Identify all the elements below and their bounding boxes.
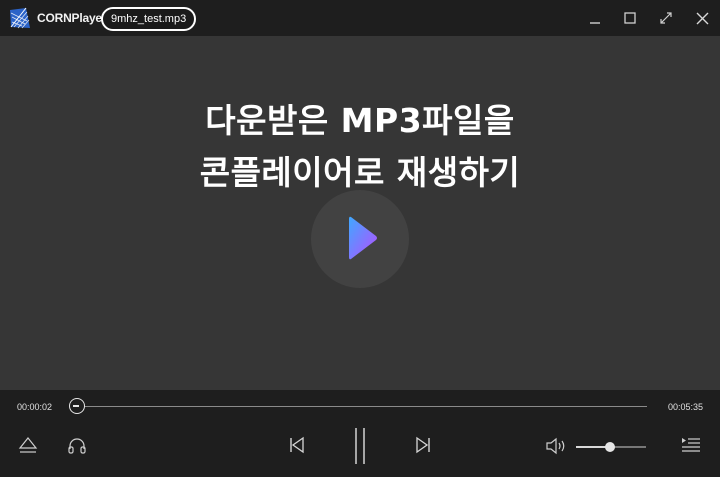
seek-thumb[interactable] — [69, 398, 85, 414]
close-icon — [696, 12, 708, 24]
close-button[interactable] — [689, 6, 715, 30]
playlist-button[interactable] — [680, 434, 702, 456]
mute-button[interactable] — [545, 436, 567, 456]
cornplayer-logo — [10, 7, 30, 29]
current-time: 00:00:02 — [17, 402, 53, 412]
pause-icon — [355, 428, 365, 464]
volume-icon — [546, 437, 565, 455]
previous-button[interactable] — [286, 434, 308, 456]
app-name: CORNPlayer — [37, 11, 107, 25]
overlay-caption-line1: 다운받은 MP3파일을 — [205, 101, 515, 140]
fullscreen-icon — [660, 12, 672, 24]
volume-thumb[interactable] — [605, 442, 615, 452]
minimize-button[interactable] — [582, 6, 608, 30]
seek-bar[interactable] — [77, 406, 647, 407]
eject-icon — [18, 437, 38, 453]
control-bar: 00:00:02 00:05:35 — [0, 390, 720, 477]
title-bar: CORNPlayer 9mhz_test.mp3 — [0, 0, 720, 36]
center-play-button[interactable] — [311, 190, 409, 288]
minimize-icon — [590, 22, 600, 24]
overlay-caption-line2: 콘플레이어로 재생하기 — [199, 153, 521, 192]
headphones-icon — [68, 438, 86, 454]
eject-button[interactable] — [17, 434, 39, 456]
next-button[interactable] — [412, 434, 434, 456]
play-icon — [349, 216, 377, 260]
maximize-button[interactable] — [617, 6, 643, 30]
file-name-label: 9mhz_test.mp3 — [101, 7, 197, 31]
previous-icon — [290, 436, 304, 454]
next-icon — [416, 436, 430, 454]
pause-button[interactable] — [350, 426, 370, 466]
audio-button[interactable] — [66, 434, 88, 456]
maximize-icon — [624, 12, 636, 24]
playlist-icon — [682, 438, 700, 452]
fullscreen-button[interactable] — [653, 6, 679, 30]
video-area[interactable]: 다운받은 MP3파일을 콘플레이어로 재생하기 — [0, 36, 720, 390]
total-time: 00:05:35 — [667, 402, 703, 412]
